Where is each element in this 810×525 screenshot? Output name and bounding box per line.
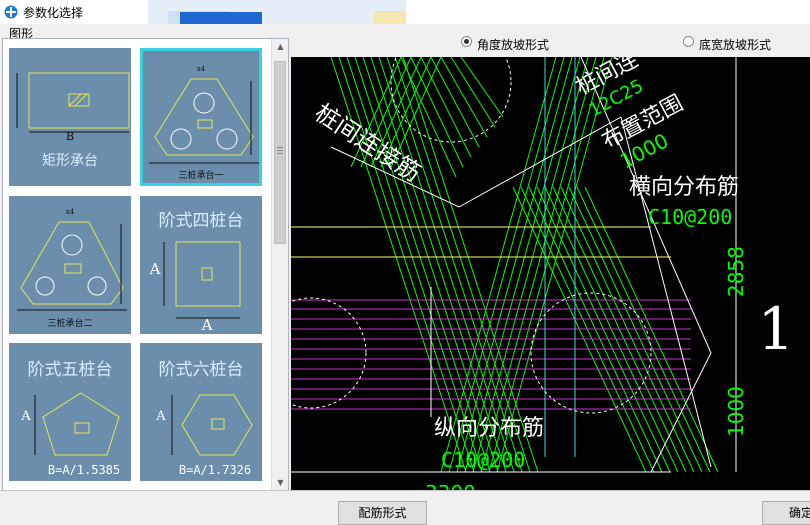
tile-dim-a: A xyxy=(21,409,31,424)
horizontal-rebar-spec: C10@200 xyxy=(648,205,732,229)
scroll-thumb[interactable] xyxy=(274,61,286,244)
tile-stepped-six-pile[interactable]: 阶式六桩台 A B=A/1.7326 xyxy=(140,343,262,481)
tile-formula: B=A/1.5385 xyxy=(47,463,121,477)
section-marker: 1 xyxy=(758,295,795,363)
tile-three-pile-cap-1[interactable]: x4 三桩承台一 xyxy=(140,48,262,186)
vertical-rebar-spec: C10@200 xyxy=(441,448,525,472)
tile-label-three-pile-cap-2: 三桩承台二 xyxy=(47,319,93,329)
horizontal-rebar-label: 横向分布筋 xyxy=(629,175,739,200)
dimension-3300: 3300 xyxy=(425,481,476,490)
confirm-button[interactable]: 确定 xyxy=(762,501,810,525)
tile-dim-a-bottom: A xyxy=(201,316,213,334)
scroll-down-arrow-icon[interactable]: ▼ xyxy=(272,475,288,491)
tile-dim-x4: x4 xyxy=(65,208,75,216)
tile-dim-a-side: A xyxy=(149,260,161,278)
title-bar: 参数化选择 xyxy=(0,0,810,24)
bottom-width-slope-radio[interactable] xyxy=(683,36,694,47)
tile-label-stepped-six-pile: 阶式六桩台 xyxy=(158,360,244,380)
tile-stepped-four-pile[interactable]: 阶式四桩台 A A xyxy=(140,196,262,334)
scroll-up-arrow-icon[interactable]: ▲ xyxy=(272,39,288,55)
dimension-2858: 2858 xyxy=(724,246,748,297)
app-icon xyxy=(4,5,18,19)
angle-slope-label: 角度放坡形式 xyxy=(477,38,550,52)
tile-dim-x4: x4 xyxy=(196,65,206,73)
vertical-rebar-label: 纵向分布筋 xyxy=(434,416,544,441)
rebar-form-button[interactable]: 配筋形式 xyxy=(338,501,427,525)
tile-label-stepped-four-pile: 阶式四桩台 xyxy=(158,211,244,231)
tile-label-three-pile-cap-1: 三桩承台一 xyxy=(178,171,224,181)
tile-formula: B=A/1.7326 xyxy=(178,463,252,477)
tile-dim-a: A xyxy=(156,409,166,424)
drawing-canvas[interactable]: 1 桩间连接筋 桩间连 12C25 布置范围 1000 横向分布筋 C10@20… xyxy=(291,57,810,490)
dimension-1000: 1000 xyxy=(724,386,748,437)
rebar-drawing: 1 桩间连接筋 桩间连 12C25 布置范围 1000 横向分布筋 C10@20… xyxy=(291,57,795,490)
tile-label-rectangular-cap: 矩形承台 xyxy=(42,153,98,169)
bottom-bar: 配筋形式 确定 xyxy=(0,490,810,525)
gallery-scrollbar[interactable]: ▲ ▼ xyxy=(271,39,288,491)
tile-label-stepped-five-pile: 阶式五桩台 xyxy=(27,360,113,380)
bottom-width-slope-label: 底宽放坡形式 xyxy=(699,38,772,52)
between-pile-label-a: 桩间连接筋 xyxy=(310,99,426,188)
tile-rectangular-cap[interactable]: B 矩形承台 xyxy=(9,48,131,186)
tile-dim-b: B xyxy=(65,130,75,143)
window-title: 参数化选择 xyxy=(23,6,84,20)
angle-slope-radio[interactable] xyxy=(461,36,472,47)
background-window-strip xyxy=(148,0,406,24)
shape-gallery: B 矩形承台 x4 三桩承台一 x4 三桩承台二 阶式四桩台 A A 阶式五桩台… xyxy=(2,38,289,492)
